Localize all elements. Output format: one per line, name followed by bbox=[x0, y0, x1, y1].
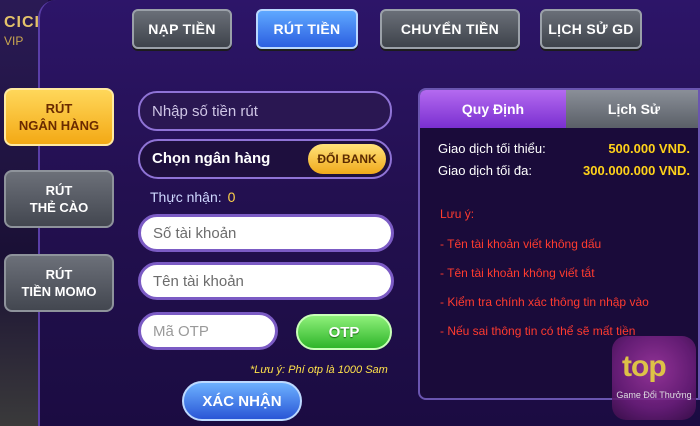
note-item: - Kiểm tra chính xác thông tin nhập vào bbox=[440, 295, 649, 309]
account-name-input[interactable]: Tên tài khoản bbox=[138, 262, 394, 300]
otp-input[interactable]: Mã OTP bbox=[138, 312, 278, 350]
notes-title: Lưu ý: bbox=[440, 207, 475, 221]
side-tab-rut-tien-momo[interactable]: RÚT TIỀN MOMO bbox=[4, 254, 114, 312]
tab-lich-su[interactable]: Lịch Sử bbox=[566, 90, 698, 128]
background-brand: CICI bbox=[4, 14, 40, 31]
background-brand-sub: VIP bbox=[4, 34, 24, 48]
tab-rut-tien[interactable]: RÚT TIỀN bbox=[256, 9, 358, 49]
tab-chuyen-tien[interactable]: CHUYỂN TIỀN bbox=[380, 9, 520, 49]
amount-input[interactable]: Nhập số tiền rút bbox=[138, 91, 392, 131]
otp-fee-note: *Lưu ý: Phí otp là 1000 Sam bbox=[250, 364, 388, 376]
bank-label: Chọn ngân hàng bbox=[152, 150, 271, 167]
tab-nap-tien[interactable]: NẠP TIỀN bbox=[132, 9, 232, 49]
otp-button[interactable]: OTP bbox=[296, 314, 392, 350]
tab-lich-su-gd[interactable]: LỊCH SỬ GD bbox=[540, 9, 642, 49]
received-amount: Thực nhận: 0 bbox=[150, 189, 235, 205]
account-name-placeholder: Tên tài khoản bbox=[153, 272, 244, 290]
min-limit-value: 500.000 VND. bbox=[608, 141, 690, 156]
received-label: Thực nhận: bbox=[150, 189, 222, 205]
side-tab-rut-ngan-hang[interactable]: RÚT NGÂN HÀNG bbox=[4, 88, 114, 146]
confirm-button[interactable]: XÁC NHẬN bbox=[182, 381, 302, 421]
side-tab-line1: RÚT bbox=[45, 183, 73, 198]
side-tab-line1: RÚT bbox=[45, 267, 73, 282]
watermark-logo-text: top bbox=[622, 350, 667, 383]
tab-quy-dinh[interactable]: Quy Định bbox=[420, 90, 566, 128]
note-item: - Nếu sai thông tin có thể sẽ mất tiền bbox=[440, 324, 636, 338]
side-tab-line1: RÚT bbox=[45, 101, 73, 116]
max-limit-label: Giao dịch tối đa: bbox=[438, 163, 532, 178]
account-number-input[interactable]: Số tài khoản bbox=[138, 214, 394, 252]
change-bank-button[interactable]: ĐỔI BANK bbox=[308, 144, 386, 174]
otp-placeholder: Mã OTP bbox=[153, 322, 209, 340]
note-item: - Tên tài khoản không viết tắt bbox=[440, 266, 595, 280]
side-tab-line2: TIỀN MOMO bbox=[21, 284, 97, 299]
watermark-logo: top Game Đổi Thưởng bbox=[612, 336, 696, 420]
side-tab-line2: NGÂN HÀNG bbox=[18, 118, 100, 133]
side-tab-line2: THẺ CÀO bbox=[29, 200, 89, 215]
account-number-placeholder: Số tài khoản bbox=[153, 224, 237, 242]
min-limit-label: Giao dịch tối thiểu: bbox=[438, 141, 546, 156]
received-value: 0 bbox=[227, 189, 236, 205]
amount-placeholder: Nhập số tiền rút bbox=[152, 102, 258, 120]
side-tab-rut-the-cao[interactable]: RÚT THẺ CÀO bbox=[4, 170, 114, 228]
bank-select[interactable]: Chọn ngân hàng ĐỔI BANK bbox=[138, 139, 392, 179]
max-limit-value: 300.000.000 VND. bbox=[583, 163, 690, 178]
note-item: - Tên tài khoản viết không dấu bbox=[440, 237, 602, 251]
watermark-caption: Game Đổi Thưởng bbox=[616, 390, 692, 400]
